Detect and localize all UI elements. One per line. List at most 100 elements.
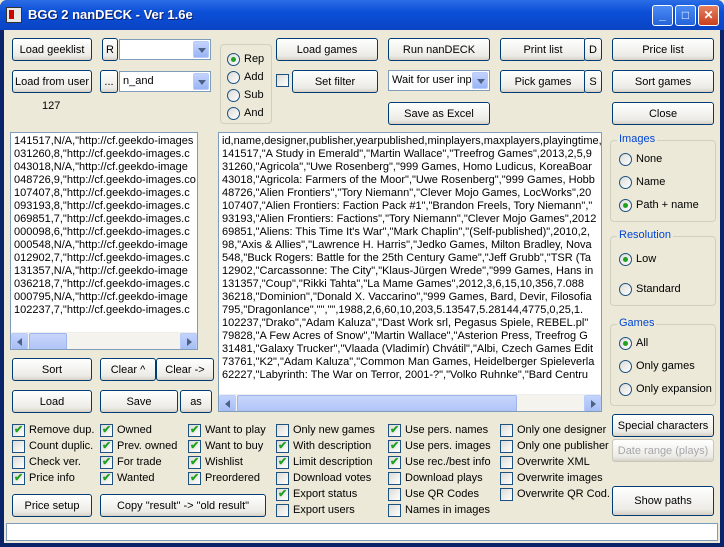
r-button[interactable]: R bbox=[102, 38, 118, 61]
resolution-standard-label: Standard bbox=[636, 283, 681, 295]
limit-description-checkbox-box bbox=[276, 455, 289, 469]
images-group: Images None Name Path + name bbox=[610, 133, 716, 222]
scroll-right-icon[interactable] bbox=[180, 333, 197, 349]
title-bar[interactable]: BGG 2 nanDECK - Ver 1.6e _ □ ✕ bbox=[0, 0, 724, 30]
games-all-dot bbox=[619, 337, 632, 350]
wait-combo[interactable]: Wait for user inpu bbox=[388, 70, 490, 91]
games-output-line: 131357,"Coup","Rikki Tahta","La Mame Gam… bbox=[222, 278, 585, 290]
chevron-down-icon[interactable] bbox=[193, 41, 209, 58]
filter-checkbox-box bbox=[276, 74, 289, 87]
download-plays-checkbox-box bbox=[388, 472, 401, 485]
games-only-games-dot bbox=[619, 360, 632, 373]
games-output-textarea[interactable]: id,name,designer,publisher,yearpublished… bbox=[218, 132, 602, 412]
horizontal-scrollbar[interactable] bbox=[219, 394, 601, 411]
names-in-images-checkbox-box bbox=[388, 504, 401, 517]
download-votes-checkbox-label: Download votes bbox=[293, 472, 372, 484]
window-title: BGG 2 nanDECK - Ver 1.6e bbox=[28, 7, 193, 22]
use-pers-images-checkbox-label: Use pers. images bbox=[405, 440, 491, 452]
scroll-left-icon[interactable] bbox=[11, 333, 28, 349]
download-plays-checkbox-label: Download plays bbox=[405, 472, 483, 484]
scroll-thumb[interactable] bbox=[29, 333, 67, 349]
use-pers-images-checkbox-box bbox=[388, 439, 401, 453]
geeklist-line: 107407,8,"http://cf.geekdo-images.c bbox=[14, 187, 190, 199]
date-range-button[interactable]: Date range (plays) bbox=[612, 439, 714, 462]
maximize-button[interactable]: □ bbox=[675, 5, 696, 26]
wanted-checkbox-box bbox=[100, 471, 113, 485]
sort-button[interactable]: Sort bbox=[12, 358, 92, 381]
close-icon: ✕ bbox=[703, 8, 714, 22]
load-geeklist-button[interactable]: Load geeklist bbox=[12, 38, 92, 61]
ellipsis-button[interactable]: ... bbox=[100, 70, 118, 93]
price-setup-button[interactable]: Price setup bbox=[12, 494, 92, 517]
only-one-designer-checkbox-box bbox=[500, 424, 513, 437]
client-area: Load geeklist R Load from user ... n_and… bbox=[4, 30, 720, 543]
sort-games-button[interactable]: Sort games bbox=[612, 70, 714, 93]
clear-right-button[interactable]: Clear -> bbox=[156, 358, 214, 381]
wishlist-checkbox-label: Wishlist bbox=[205, 456, 243, 468]
save-as-button[interactable]: as bbox=[180, 390, 212, 413]
only-new-games-checkbox-label: Only new games bbox=[293, 424, 375, 436]
app-window: BGG 2 nanDECK - Ver 1.6e _ □ ✕ Load geek… bbox=[0, 0, 724, 547]
geeklist-line: 000548,N/A,"http://cf.geekdo-image bbox=[14, 239, 188, 251]
games-output-lines: id,name,designer,publisher,yearpublished… bbox=[222, 135, 602, 382]
mode-group: Rep Add Sub And bbox=[220, 44, 272, 124]
wishlist-checkbox-box bbox=[188, 455, 201, 469]
save-as-excel-button[interactable]: Save as Excel bbox=[388, 102, 490, 125]
scroll-thumb[interactable] bbox=[237, 395, 517, 411]
mode-and-label: And bbox=[244, 107, 264, 119]
geeklist-listbox[interactable]: 141517,N/A,"http://cf.geekdo-images 03126… bbox=[10, 132, 198, 350]
chevron-down-icon[interactable] bbox=[472, 72, 488, 89]
price-list-button[interactable]: Price list bbox=[612, 38, 714, 61]
overwrite-xml-checkbox-box bbox=[500, 456, 513, 469]
only-one-publisher-checkbox-label: Only one publisher bbox=[517, 440, 609, 452]
chevron-down-icon[interactable] bbox=[193, 73, 209, 90]
horizontal-scrollbar[interactable] bbox=[11, 332, 197, 349]
run-nandeck-button[interactable]: Run nanDECK bbox=[388, 38, 490, 61]
games-output-line: 73761,"K2","Adam Kaluza","Common Man Gam… bbox=[222, 356, 595, 368]
images-group-title: Images bbox=[617, 133, 658, 145]
with-description-checkbox-box bbox=[276, 439, 289, 453]
s-button[interactable]: S bbox=[584, 70, 602, 93]
for-trade-checkbox-box bbox=[100, 455, 113, 469]
want-to-play-checkbox-box bbox=[188, 423, 201, 437]
games-group-title: Games bbox=[617, 317, 657, 329]
remove-dup-checkbox-label: Remove dup. bbox=[29, 424, 95, 436]
count-duplic-checkbox-label: Count duplic. bbox=[29, 440, 94, 452]
export-status-checkbox-label: Export status bbox=[293, 488, 358, 500]
overwrite-xml-checkbox-label: Overwrite XML bbox=[517, 456, 590, 468]
use-rec-best-info-checkbox-box bbox=[388, 455, 401, 469]
copy-result-button[interactable]: Copy "result" -> "old result" bbox=[100, 494, 266, 517]
pick-games-button[interactable]: Pick games bbox=[500, 70, 586, 93]
load-games-button[interactable]: Load games bbox=[276, 38, 378, 61]
show-paths-button[interactable]: Show paths bbox=[612, 486, 714, 516]
scroll-left-icon[interactable] bbox=[219, 395, 236, 411]
mode-and-dot bbox=[227, 107, 240, 120]
only-one-designer-checkbox-label: Only one designer bbox=[517, 424, 607, 436]
user-combo[interactable]: n_and bbox=[119, 71, 211, 92]
print-list-button[interactable]: Print list bbox=[500, 38, 586, 61]
use-rec-best-info-checkbox-label: Use rec./best info bbox=[405, 456, 491, 468]
images-none-label: None bbox=[636, 153, 663, 165]
games-output-line: 31481,"Galaxy Trucker","Vlaada (Vladimír… bbox=[222, 343, 594, 355]
games-output-line: 79828,"A Few Acres of Snow","Martin Wall… bbox=[222, 330, 588, 342]
minimize-button[interactable]: _ bbox=[652, 5, 673, 26]
close-button[interactable]: Close bbox=[612, 102, 714, 125]
geeklist-line: 093193,8,"http://cf.geekdo-images.c bbox=[14, 200, 190, 212]
load-button[interactable]: Load bbox=[12, 390, 92, 413]
d-button[interactable]: D bbox=[584, 38, 602, 61]
close-window-button[interactable]: ✕ bbox=[698, 5, 719, 26]
geeklist-combo[interactable] bbox=[119, 39, 211, 60]
only-one-publisher-checkbox-box bbox=[500, 440, 513, 453]
games-output-line: 12902,"Carcassonne: The City","Klaus-Jür… bbox=[222, 265, 594, 277]
load-from-user-button[interactable]: Load from user bbox=[12, 70, 92, 93]
games-output-line: 795,"Dragonlance","","",1988,2,6,60,10,2… bbox=[222, 304, 584, 316]
games-output-line: id,name,designer,publisher,yearpublished… bbox=[222, 135, 602, 147]
save-button[interactable]: Save bbox=[100, 390, 178, 413]
games-group: Games All Only games Only expansion bbox=[610, 317, 716, 406]
set-filter-button[interactable]: Set filter bbox=[292, 70, 378, 93]
geeklist-line: 048726,9,"http://cf.geekdo-images.co bbox=[14, 174, 196, 186]
special-characters-button[interactable]: Special characters bbox=[612, 414, 714, 437]
clear-up-button[interactable]: Clear ^ bbox=[100, 358, 156, 381]
scroll-right-icon[interactable] bbox=[584, 395, 601, 411]
games-all-label: All bbox=[636, 337, 649, 349]
